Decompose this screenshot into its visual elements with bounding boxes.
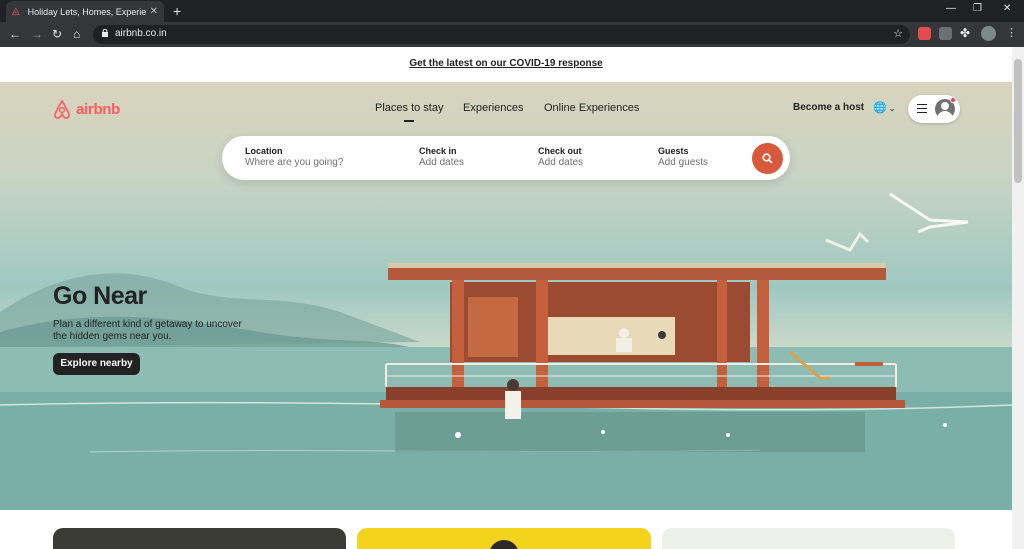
- language-selector[interactable]: 🌐 ⌄: [873, 101, 895, 114]
- new-tab-icon[interactable]: +: [173, 2, 181, 20]
- hero-headline: Go Near: [53, 282, 147, 310]
- tab-close-icon[interactable]: ✕: [150, 6, 158, 17]
- reload-icon[interactable]: ↻: [52, 27, 62, 41]
- kebab-menu-icon[interactable]: ⋮: [1006, 26, 1017, 39]
- become-host-link[interactable]: Become a host: [793, 102, 864, 113]
- airbnb-logo[interactable]: airbnb: [52, 99, 120, 120]
- puzzle-icon[interactable]: ✤: [960, 27, 973, 40]
- window-close-icon[interactable]: ✕: [1003, 3, 1011, 14]
- explore-nearby-button[interactable]: Explore nearby: [53, 353, 140, 375]
- hero-subtitle: Plan a different kind of getaway to unco…: [53, 319, 242, 342]
- nav-places-to-stay[interactable]: Places to stay: [375, 102, 443, 122]
- menu-icon: [917, 104, 927, 113]
- profile-avatar[interactable]: [981, 26, 996, 41]
- maximize-icon[interactable]: ❐: [973, 3, 982, 14]
- location-label: Location: [245, 146, 283, 156]
- browser-tabstrip: ◬ Holiday Lets, Homes, Experiences ✕ + —…: [0, 0, 1024, 22]
- lock-icon: [102, 29, 108, 37]
- forward-icon[interactable]: →: [31, 27, 43, 41]
- notification-dot: [950, 97, 956, 103]
- star-icon[interactable]: ☆: [893, 27, 903, 40]
- airbnb-logo-icon: [54, 99, 70, 119]
- card-image: [489, 540, 519, 549]
- experience-card[interactable]: [662, 528, 955, 549]
- checkin-field[interactable]: Check in Add dates: [419, 146, 464, 168]
- tab-title: Holiday Lets, Homes, Experiences: [27, 6, 146, 17]
- search-icon: [762, 153, 773, 164]
- location-field[interactable]: Location Where are you going?: [245, 146, 343, 168]
- location-placeholder: Where are you going?: [245, 157, 344, 168]
- nav-online-experiences[interactable]: Online Experiences: [544, 102, 639, 114]
- user-menu-button[interactable]: [908, 95, 960, 123]
- experience-card[interactable]: [357, 528, 651, 549]
- back-icon[interactable]: ←: [9, 27, 21, 41]
- chevron-down-icon: ⌄: [888, 104, 896, 113]
- browser-tab[interactable]: ◬ Holiday Lets, Homes, Experiences ✕: [6, 1, 164, 22]
- guests-placeholder: Add guests: [658, 157, 709, 168]
- covid-banner: Get the latest on our COVID-19 response: [0, 47, 1012, 82]
- url-text: airbnb.co.in: [115, 28, 167, 39]
- home-icon[interactable]: ⌂: [73, 27, 80, 41]
- checkout-placeholder: Add dates: [538, 157, 584, 168]
- airbnb-favicon-icon: ◬: [12, 5, 20, 17]
- guests-label: Guests: [658, 146, 689, 156]
- extension-icon[interactable]: [939, 27, 952, 40]
- page-viewport: Get the latest on our COVID-19 response: [0, 47, 1012, 549]
- checkout-label: Check out: [538, 146, 582, 156]
- page-scrollbar[interactable]: [1012, 47, 1024, 549]
- checkout-field[interactable]: Check out Add dates: [538, 146, 583, 168]
- covid-link[interactable]: Get the latest on our COVID-19 response: [409, 58, 602, 69]
- search-bar: Location Where are you going? Check in A…: [222, 136, 790, 180]
- search-button[interactable]: [752, 143, 783, 174]
- checkin-label: Check in: [419, 146, 457, 156]
- checkin-placeholder: Add dates: [419, 157, 465, 168]
- experience-card[interactable]: [53, 528, 346, 549]
- minimize-icon[interactable]: —: [946, 3, 956, 14]
- browser-toolbar: ← → ↻ ⌂ airbnb.co.in ☆ ✤ ⋮: [0, 22, 1024, 47]
- brand-name: airbnb: [76, 101, 121, 118]
- hero-section: airbnb Places to stay Experiences Online…: [0, 82, 1012, 510]
- guests-field[interactable]: Guests Add guests: [658, 146, 708, 168]
- globe-icon: 🌐: [873, 102, 887, 114]
- nav-experiences[interactable]: Experiences: [463, 102, 524, 114]
- extension-icon[interactable]: [918, 27, 931, 40]
- address-bar[interactable]: airbnb.co.in ☆: [93, 25, 910, 44]
- scrollbar-thumb[interactable]: [1014, 59, 1022, 183]
